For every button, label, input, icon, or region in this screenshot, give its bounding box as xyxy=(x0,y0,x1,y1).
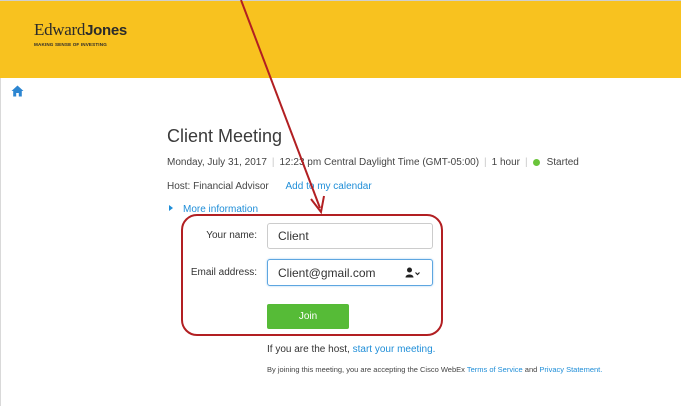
privacy-statement-link[interactable]: Privacy Statement. xyxy=(539,365,602,374)
meeting-host: Host: Financial Advisor xyxy=(167,181,269,192)
host-start-line: If you are the host, start your meeting. xyxy=(267,344,435,355)
left-divider xyxy=(0,78,1,406)
separator: | xyxy=(271,157,275,168)
header-bar: EdwardJones MAKING SENSE OF INVESTING xyxy=(0,1,681,78)
meeting-status: Started xyxy=(546,157,579,168)
meeting-title: Client Meeting xyxy=(167,126,283,146)
webex-join-page: EdwardJones MAKING SENSE OF INVESTING Cl… xyxy=(0,0,681,406)
highlight-callout-box xyxy=(181,214,443,336)
host-row: Host: Financial Advisor Add to my calend… xyxy=(167,181,372,192)
edward-jones-logo[interactable]: EdwardJones MAKING SENSE OF INVESTING xyxy=(34,21,127,48)
terms-of-service-link[interactable]: Terms of Service xyxy=(467,365,523,374)
logo-tagline: MAKING SENSE OF INVESTING xyxy=(34,42,107,47)
status-dot-icon xyxy=(532,158,540,166)
logo-word-jones: Jones xyxy=(85,22,127,39)
add-to-calendar-link[interactable]: Add to my calendar xyxy=(286,181,372,192)
and-text: and xyxy=(524,365,538,374)
separator: | xyxy=(525,157,528,168)
logo-word-edward: Edward xyxy=(34,20,86,39)
expand-triangle-icon xyxy=(169,205,173,211)
meeting-duration: 1 hour xyxy=(491,157,520,168)
separator: | xyxy=(484,157,487,168)
meeting-details: Monday, July 31, 2017 | 12:23 pm Central D… xyxy=(167,157,579,168)
meeting-date: Monday, July 31, 2017 xyxy=(167,157,267,168)
home-icon[interactable] xyxy=(11,85,24,97)
start-meeting-link[interactable]: start your meeting. xyxy=(353,344,436,355)
acceptance-text: By joining this meeting, you are accepti… xyxy=(267,365,465,374)
terms-acceptance-line: By joining this meeting, you are accepti… xyxy=(267,365,602,374)
meeting-time: 12:23 pm Central Daylight Time (GMT-05:0… xyxy=(279,157,480,168)
host-prefix-text: If you are the host, xyxy=(267,344,350,355)
